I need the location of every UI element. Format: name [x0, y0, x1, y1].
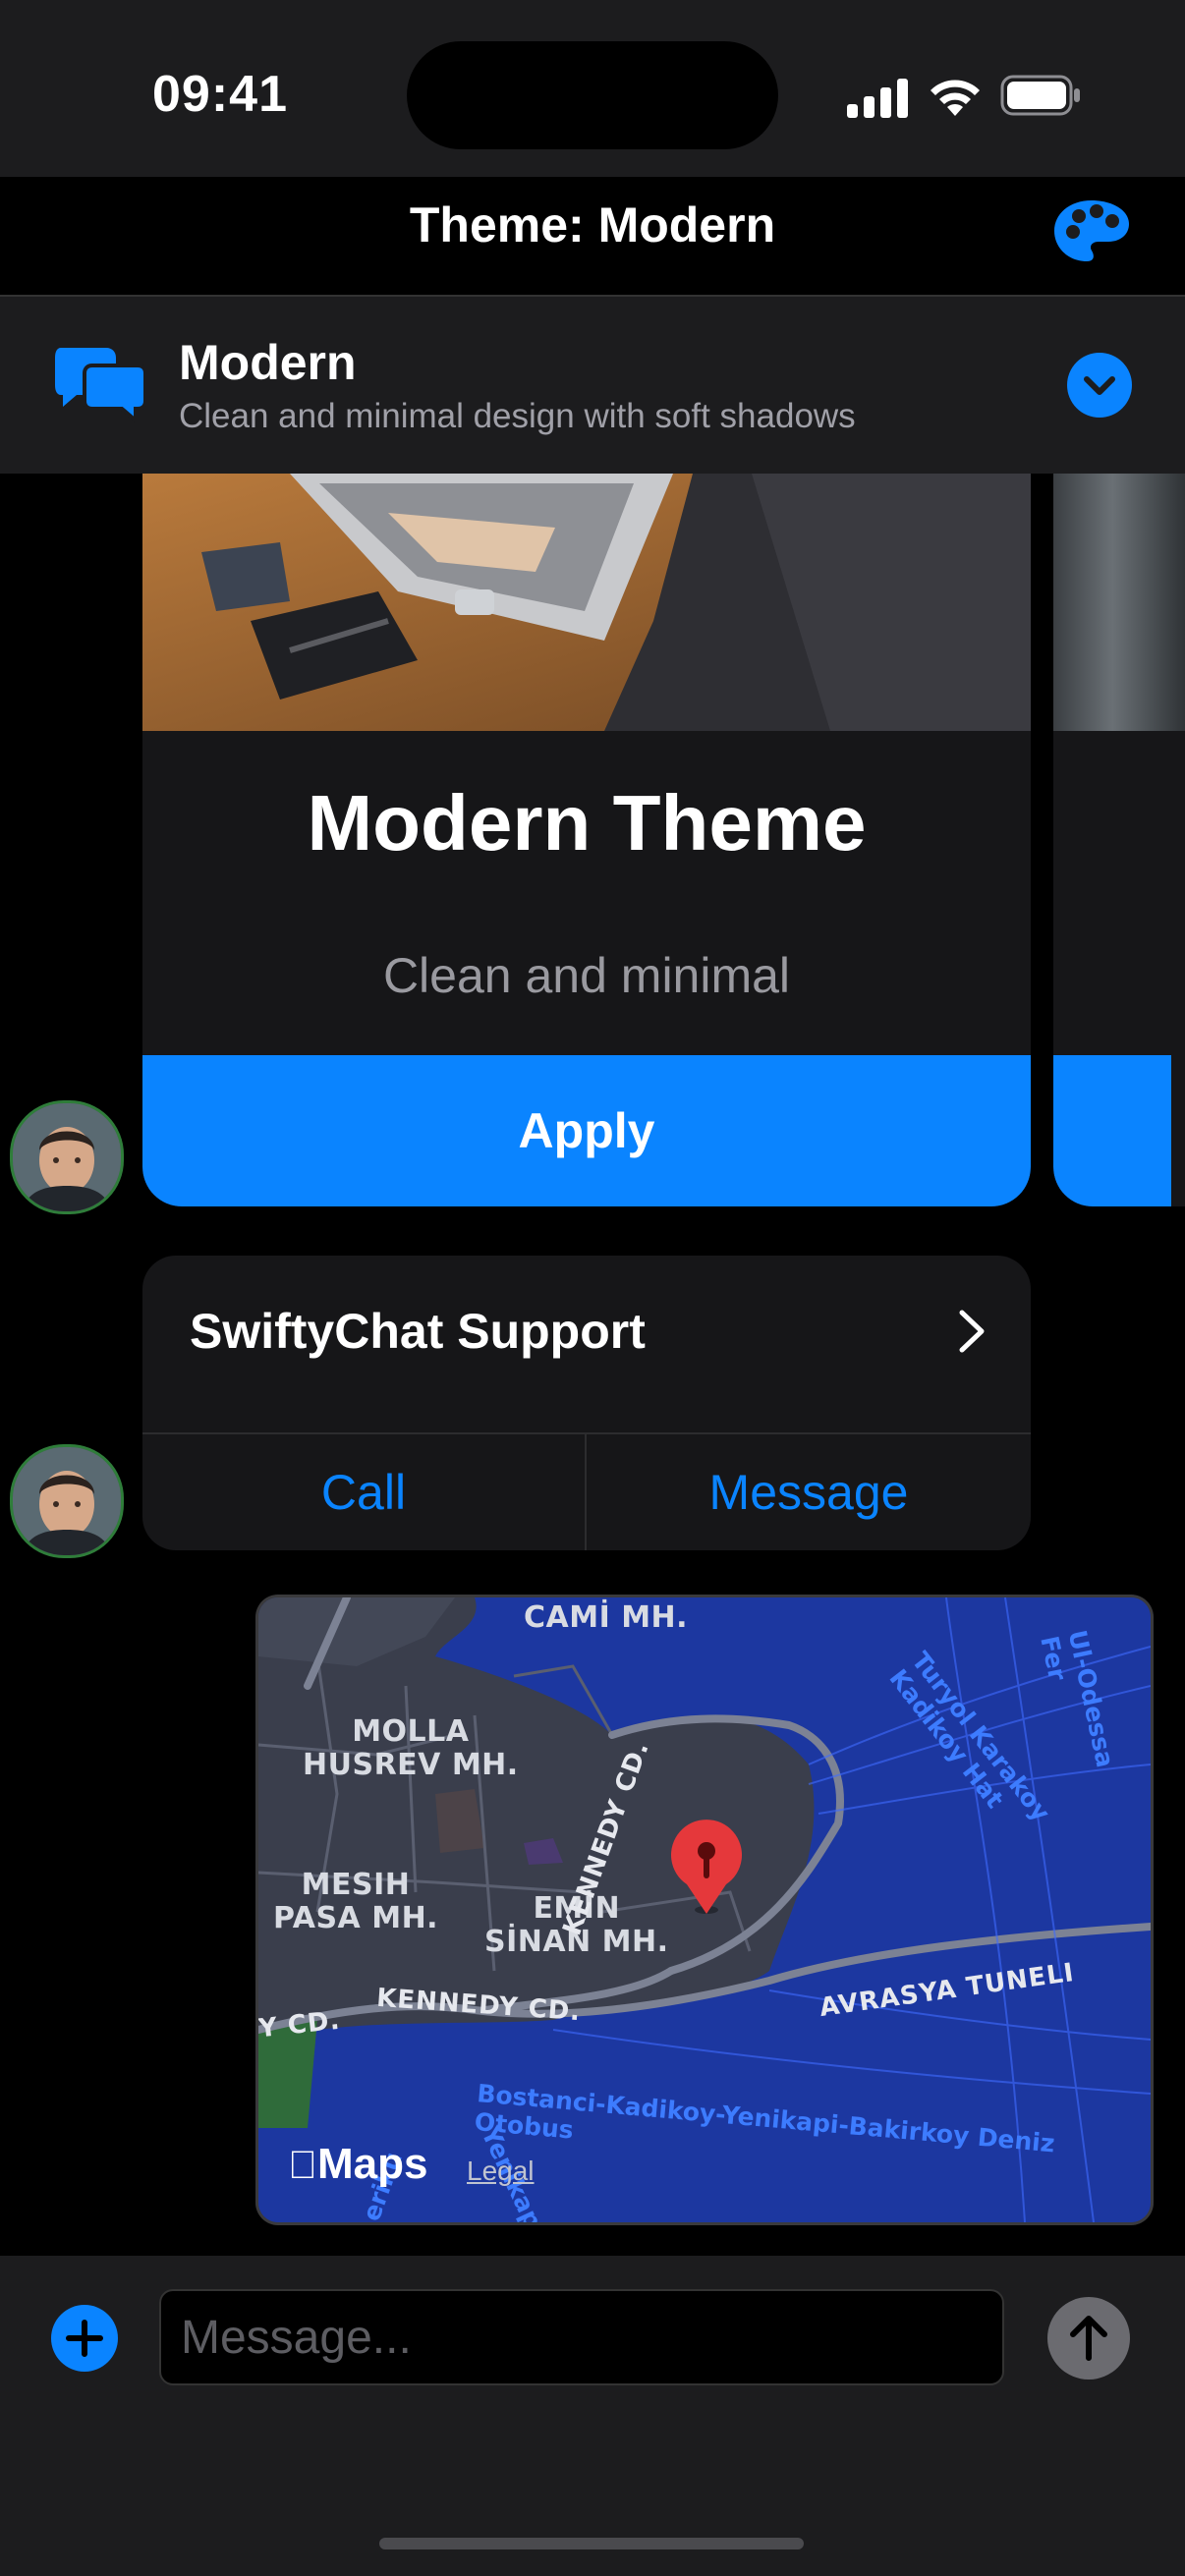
theme-card-image: [142, 474, 1031, 731]
home-indicator: [379, 2538, 804, 2549]
theme-selector-name: Modern: [179, 335, 357, 390]
location-map[interactable]: CAMİ MH. MOLLA HUSREV MH. MESIH PASA MH. E…: [258, 1597, 1151, 2222]
apply-button[interactable]: Apply: [142, 1055, 1031, 1206]
theme-selector[interactable]: [0, 297, 1185, 474]
avatar[interactable]: [10, 1444, 124, 1558]
contact-name: SwiftyChat Support: [190, 1304, 646, 1359]
chevron-down-icon[interactable]: [1067, 353, 1132, 418]
dynamic-island: [407, 41, 778, 149]
plus-icon: [66, 2320, 103, 2357]
theme-card-next-button[interactable]: [1053, 1055, 1171, 1206]
maps-logo: Maps: [288, 2140, 427, 2188]
message-input[interactable]: [159, 2289, 1004, 2385]
map-label: MOLLA HUSREV MH.: [303, 1714, 519, 1782]
theme-card-next[interactable]: [1053, 474, 1185, 1206]
location-pin-icon: [671, 1820, 742, 1914]
message-button[interactable]: Message: [587, 1434, 1031, 1550]
theme-card-subtitle: Clean and minimal: [382, 948, 791, 1003]
battery-icon: [1000, 75, 1080, 116]
chat-bubbles-icon: [55, 348, 147, 422]
theme-card-next-image: [1053, 474, 1185, 731]
contact-card[interactable]: SwiftyChat Support Call Message: [142, 1256, 1031, 1550]
call-button[interactable]: Call: [142, 1434, 585, 1550]
wifi-icon: [931, 80, 980, 116]
chevron-right-icon[interactable]: [950, 1307, 993, 1356]
palette-icon[interactable]: [1051, 196, 1132, 265]
arrow-up-icon: [1070, 2316, 1107, 2361]
apple-logo-icon: : [288, 2144, 317, 2187]
theme-card-title: Modern Theme: [307, 779, 867, 867]
theme-card: Modern Theme Clean and minimal Apply: [142, 474, 1031, 1206]
maps-legal-link[interactable]: Legal: [467, 2156, 535, 2187]
map-label: CAMİ MH.: [524, 1600, 689, 1635]
avatar[interactable]: [10, 1100, 124, 1214]
page-title: Theme: Modern: [409, 197, 776, 252]
add-attachment-button[interactable]: [51, 2305, 118, 2372]
map-label: MESIH PASA MH.: [273, 1868, 439, 1935]
status-time: 09:41: [152, 66, 288, 123]
send-button[interactable]: [1047, 2297, 1130, 2380]
cellular-signal-icon: [847, 79, 908, 118]
theme-selector-description: Clean and minimal design with soft shado…: [179, 397, 856, 435]
